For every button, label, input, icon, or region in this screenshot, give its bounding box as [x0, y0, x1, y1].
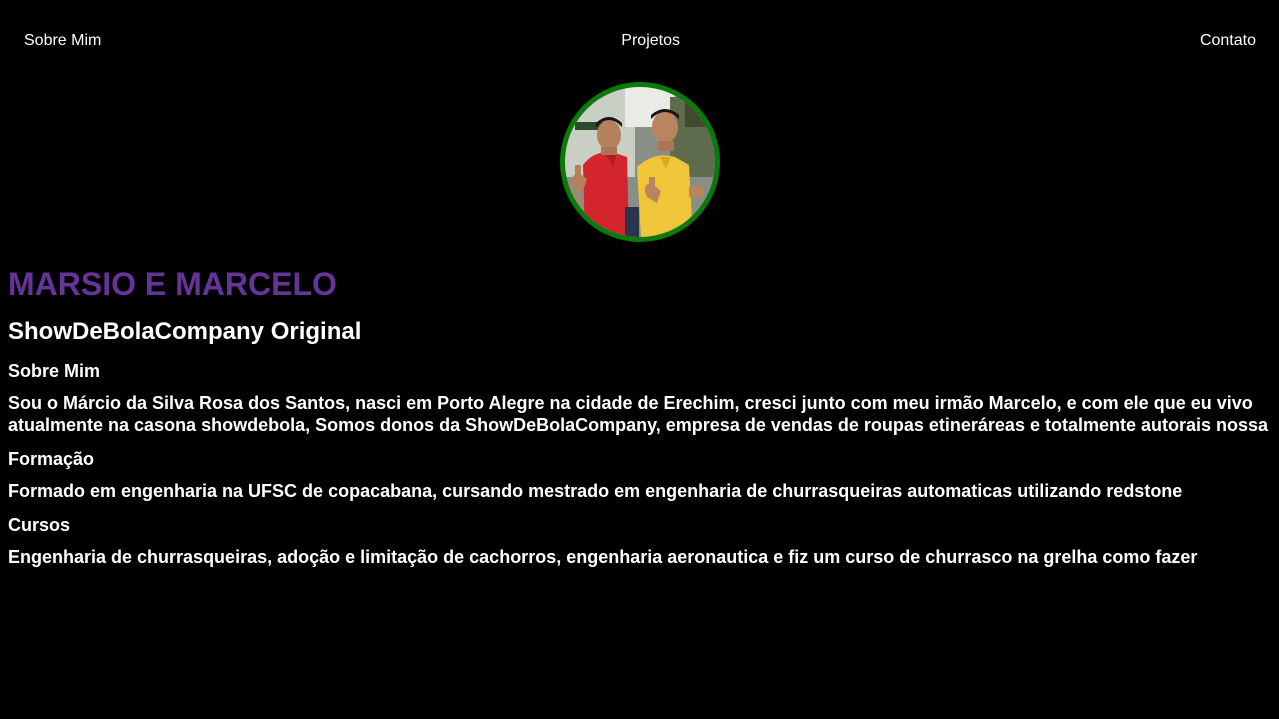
nav-link-sobre-mim[interactable]: Sobre Mim — [24, 32, 101, 50]
nav-link-projetos[interactable]: Projetos — [621, 32, 680, 50]
main-content: MARSIO E MARCELO ShowDeBolaCompany Origi… — [8, 262, 1270, 568]
section-text-sobre-mim: Sou o Márcio da Silva Rosa dos Santos, n… — [8, 393, 1269, 435]
section-text-formacao: Formado em engenharia na UFSC de copacab… — [8, 481, 1183, 501]
page-title: MARSIO E MARCELO — [8, 266, 337, 302]
section-text-cursos: Engenharia de churrasqueiras, adoção e l… — [8, 547, 1198, 567]
profile-photo — [565, 87, 715, 237]
top-navigation: Sobre Mim Projetos Contato — [24, 31, 1256, 51]
section-heading-formacao: Formação — [8, 449, 95, 469]
section-heading-sobre-mim: Sobre Mim — [8, 361, 101, 381]
page-subtitle: ShowDeBolaCompany Original — [8, 318, 362, 345]
profile-avatar — [560, 82, 720, 242]
section-heading-cursos: Cursos — [8, 515, 71, 535]
nav-link-contato[interactable]: Contato — [1200, 32, 1256, 50]
